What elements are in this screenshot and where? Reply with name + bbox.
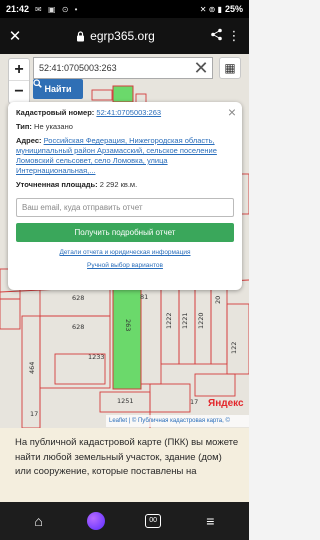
layers-icon[interactable]: ▦ bbox=[219, 57, 241, 79]
cadastral-search-input[interactable]: 52:41:0705003:263 bbox=[33, 57, 213, 79]
parcel-label: 1233 bbox=[88, 353, 105, 361]
tabs-icon[interactable]: 00 bbox=[139, 514, 167, 528]
close-icon[interactable]: × bbox=[228, 104, 236, 120]
more-icon[interactable]: ⋮ bbox=[225, 28, 243, 44]
parcel-label: 628 bbox=[72, 323, 84, 331]
battery-level: 25% bbox=[224, 4, 243, 14]
type-label: Тип: bbox=[16, 122, 32, 131]
browser-bottom-bar: ⌂ 00 ≡ bbox=[0, 502, 249, 540]
type-row: Тип: Не указано bbox=[16, 122, 234, 132]
url-text: egrp365.org bbox=[90, 29, 155, 43]
area-value: 2 292 кв.м. bbox=[99, 180, 138, 189]
clear-search-button[interactable]: ✕ bbox=[193, 58, 209, 78]
zoom-control: + − bbox=[8, 58, 30, 104]
parcel-popup: × Кадастровый номер: 52:41:0705003:263 Т… bbox=[8, 102, 242, 290]
kad-number-label: Кадастровый номер: bbox=[16, 108, 95, 117]
type-value: Не указано bbox=[34, 122, 73, 131]
parcel-label: 122 bbox=[230, 342, 238, 354]
report-details-link[interactable]: Детали отчета и юридическая информация bbox=[16, 249, 234, 256]
status-time: 21:42 bbox=[6, 4, 30, 14]
search-value: 52:41:0705003:263 bbox=[39, 63, 117, 73]
map-attribution[interactable]: Leaflet | © Публичная кадастровая карта,… bbox=[106, 415, 249, 427]
kad-number-link[interactable]: 52:41:0705003:263 bbox=[96, 108, 161, 117]
parcel-label: 1222 bbox=[165, 312, 173, 329]
address-bar[interactable]: egrp365.org bbox=[28, 29, 203, 43]
find-button-label: Найти bbox=[44, 84, 72, 94]
parcel-label: 628 bbox=[72, 294, 84, 302]
menu-icon[interactable]: ≡ bbox=[196, 513, 224, 529]
share-icon[interactable] bbox=[207, 28, 225, 44]
notification-icons: ✉ ▣ ⊙ • bbox=[35, 4, 80, 14]
parcel-label: 1220 bbox=[197, 312, 205, 329]
browser-toolbar: ✕ egrp365.org ⋮ bbox=[0, 18, 249, 54]
close-icon[interactable]: ✕ bbox=[6, 27, 24, 45]
manual-selection-link[interactable]: Ручной выбор вариантов bbox=[16, 262, 234, 269]
alice-assistant-icon[interactable] bbox=[82, 512, 110, 530]
address-label: Адрес: bbox=[16, 136, 42, 145]
parcel-label: 17 bbox=[190, 398, 198, 406]
address-row: Адрес: Российская Федерация, Нижегородск… bbox=[16, 136, 234, 176]
status-right: ✕ ⊚ ▮ 25% bbox=[200, 4, 243, 14]
parcel-label: 81 bbox=[140, 293, 148, 301]
status-bar: 21:42 ✉ ▣ ⊙ • ✕ ⊚ ▮ 25% bbox=[0, 0, 249, 18]
home-icon[interactable]: ⌂ bbox=[25, 513, 53, 529]
get-report-button[interactable]: Получить подробный отчет bbox=[16, 223, 234, 242]
lock-icon bbox=[77, 30, 85, 41]
kad-number-row: Кадастровый номер: 52:41:0705003:263 bbox=[16, 108, 234, 118]
area-row: Уточненная площадь: 2 292 кв.м. bbox=[16, 180, 234, 190]
parcel-label: 20 bbox=[214, 296, 222, 304]
search-icon bbox=[33, 79, 42, 88]
cadastral-map[interactable]: 628 628 464 263 1222 1221 1220 1251 1233… bbox=[0, 54, 249, 428]
parcel-label: 1221 bbox=[181, 312, 189, 329]
parcel-label: 17 bbox=[30, 410, 38, 418]
zoom-in-button[interactable]: + bbox=[9, 59, 29, 81]
email-field[interactable]: Ваш email, куда отправить отчет bbox=[16, 198, 234, 217]
address-link[interactable]: Российская Федерация, Нижегородская обла… bbox=[16, 136, 217, 175]
parcel-label: 1251 bbox=[117, 397, 134, 405]
parcel-label: 263 bbox=[124, 319, 132, 331]
parcel-label: 464 bbox=[28, 362, 36, 374]
find-button[interactable]: Найти bbox=[33, 79, 83, 99]
yandex-logo: Яндекс bbox=[208, 398, 244, 409]
zoom-out-button[interactable]: − bbox=[9, 81, 29, 103]
info-section: На публичной кадастровой карте (ПКК) вы … bbox=[0, 428, 249, 502]
area-label: Уточненная площадь: bbox=[16, 180, 98, 189]
info-text: На публичной кадастровой карте (ПКК) вы … bbox=[15, 437, 239, 477]
signal-icons: ✕ ⊚ ▮ bbox=[199, 4, 222, 14]
